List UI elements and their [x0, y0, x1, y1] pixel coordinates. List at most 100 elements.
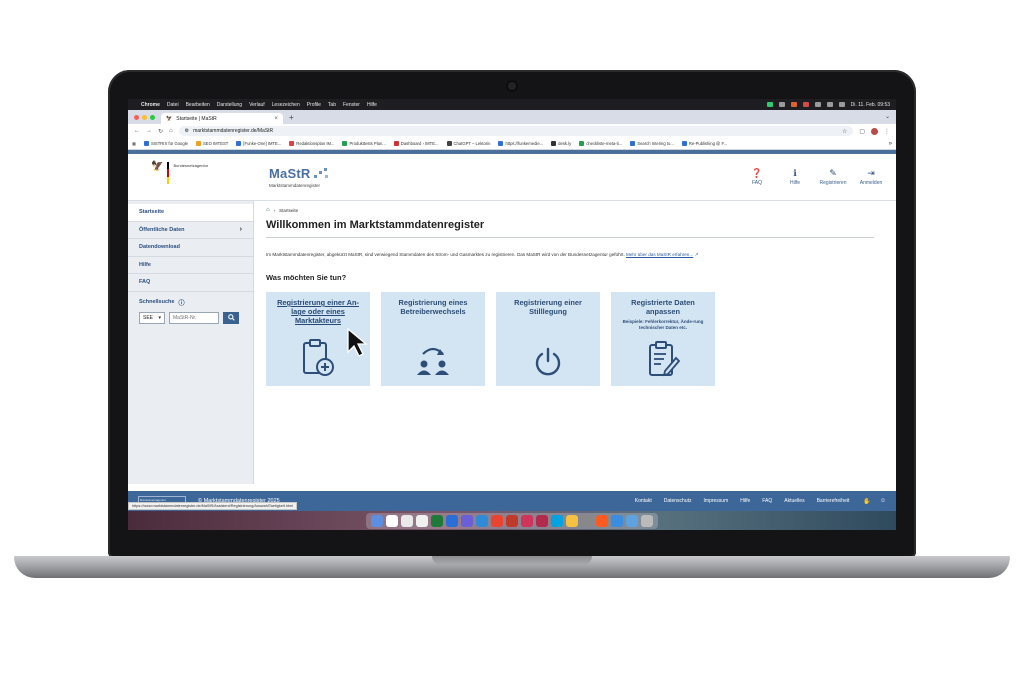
card-register-plant[interactable]: Registrierung einer An-lage oder eines M…: [266, 292, 370, 386]
bookmark-item[interactable]: SISTRIX für Google: [143, 141, 188, 146]
footer-link[interactable]: Aktuelles: [784, 498, 804, 504]
home-icon[interactable]: ⌂: [266, 207, 270, 213]
dock-app-icon[interactable]: [626, 514, 638, 527]
dock-app-icon[interactable]: [551, 514, 563, 527]
footer-link[interactable]: Hilfe: [740, 498, 750, 504]
menubar-item-hilfe[interactable]: Hilfe: [367, 102, 377, 108]
card-edit-data[interactable]: Registrierte Daten anpassen Beispiele: F…: [611, 292, 715, 386]
bookmark-star-icon[interactable]: ☆: [842, 128, 847, 135]
menubar-item-lesezeichen[interactable]: Lesezeichen: [272, 102, 300, 108]
dock-app-icon[interactable]: [416, 514, 428, 527]
menubar-item-bearbeiten[interactable]: Bearbeiten: [186, 102, 210, 108]
search-button[interactable]: [223, 311, 239, 324]
extensions-icon[interactable]: ▢: [859, 128, 865, 135]
dock-app-icon[interactable]: [476, 514, 488, 527]
bundesnetzagentur-logo[interactable]: 🦅 Bundesnetzagentur: [128, 154, 255, 200]
tab-search-icon[interactable]: ⌄: [885, 113, 890, 120]
clipboard-edit-icon: [649, 341, 680, 377]
dock-app-icon[interactable]: [596, 514, 608, 527]
forward-icon[interactable]: →: [146, 128, 152, 134]
menubar-item-profile[interactable]: Profile: [307, 102, 321, 108]
apps-grid-icon[interactable]: ▦: [132, 141, 136, 146]
control-center-icon[interactable]: [838, 102, 845, 107]
minimize-window-button[interactable]: [142, 115, 147, 120]
search-icon[interactable]: [826, 102, 833, 107]
dock-app-icon[interactable]: [461, 514, 473, 527]
wifi-icon[interactable]: [814, 102, 821, 107]
menubar-item-fenster[interactable]: Fenster: [343, 102, 360, 108]
menubar-item-tab[interactable]: Tab: [328, 102, 336, 108]
bookmarks-overflow-button[interactable]: »: [889, 141, 892, 147]
sidebar-item-startseite[interactable]: Startseite: [128, 204, 253, 222]
bookmark-item[interactable]: Produkttests Plan...: [342, 141, 386, 146]
site-info-icon[interactable]: ⚙: [185, 128, 189, 134]
header-nav-hilfe[interactable]: ℹ Hilfe: [776, 168, 814, 186]
new-tab-button[interactable]: +: [289, 113, 294, 122]
dock-app-icon[interactable]: [566, 514, 578, 527]
header-nav-faq[interactable]: ❓ FAQ: [738, 168, 776, 186]
quick-search-type-select[interactable]: SEE ▾: [139, 311, 165, 324]
easy-language-icon[interactable]: ☺: [880, 498, 886, 505]
dock-app-icon[interactable]: [536, 514, 548, 527]
reload-icon[interactable]: ↻: [158, 128, 163, 135]
dock-app-icon[interactable]: [611, 514, 623, 527]
app-tray-icon[interactable]: [802, 102, 809, 107]
back-icon[interactable]: ←: [134, 128, 140, 134]
sidebar-item-datendownload[interactable]: Datendownload: [128, 239, 253, 257]
dock-app-icon[interactable]: [386, 514, 398, 527]
mastr-number-input[interactable]: [169, 311, 219, 324]
footer-link[interactable]: Impressum: [704, 498, 729, 504]
dock-app-icon[interactable]: [581, 514, 593, 527]
dock-app-icon[interactable]: [506, 514, 518, 527]
bookmark-item[interactable]: Re-Publishing @ F...: [681, 141, 727, 146]
sidebar-item-faq[interactable]: FAQ: [128, 274, 253, 292]
dock-app-icon[interactable]: [371, 514, 383, 527]
footer-link[interactable]: Barrierefreiheit: [817, 498, 850, 504]
menubar-item-darstellung[interactable]: Darstellung: [217, 102, 242, 108]
menubar-app-name[interactable]: Chrome: [141, 102, 160, 108]
app-tray-icon[interactable]: [790, 102, 797, 107]
footer-link[interactable]: Kontakt: [635, 498, 652, 504]
tab-close-icon[interactable]: ×: [274, 116, 278, 122]
menubar-item-verlauf[interactable]: Verlauf: [249, 102, 265, 108]
browser-tab-active[interactable]: 🦅 Startseite | MaStR ×: [161, 113, 283, 124]
sidebar-item-öffentliche-daten[interactable]: Öffentliche Daten ›: [128, 222, 253, 239]
dock-app-icon[interactable]: [521, 514, 533, 527]
bookmark-item[interactable]: ChatGPT – Lektorin: [446, 141, 490, 146]
home-icon[interactable]: ⌂: [169, 128, 173, 134]
footer-link[interactable]: FAQ: [762, 498, 772, 504]
bookmark-item[interactable]: https://funkemedie...: [498, 141, 543, 146]
card-operator-change[interactable]: Registrierung eines Betreiberwechsels: [381, 292, 485, 386]
dock-app-icon[interactable]: [401, 514, 413, 527]
menubar-item-datei[interactable]: Datei: [167, 102, 179, 108]
bookmark-item[interactable]: Search Intering to...: [630, 141, 674, 146]
sidebar-item-hilfe[interactable]: Hilfe: [128, 257, 253, 274]
bookmark-item[interactable]: Dashboard › IMTE...: [393, 141, 439, 146]
dock-app-icon[interactable]: [446, 514, 458, 527]
dock-app-icon[interactable]: [431, 514, 443, 527]
header-nav-anmelden[interactable]: ⇥ Anmelden: [852, 168, 890, 186]
footer-link[interactable]: Datenschutz: [664, 498, 692, 504]
dock-app-icon[interactable]: [491, 514, 503, 527]
profile-avatar[interactable]: [871, 127, 878, 135]
cloud-tray-icon[interactable]: [778, 102, 785, 107]
address-bar[interactable]: ⚙ marktstammdatenregister.de/MaStR ☆: [178, 126, 854, 136]
browser-menu-icon[interactable]: ⋮: [884, 128, 890, 135]
close-window-button[interactable]: [134, 115, 139, 120]
header-nav-registrieren[interactable]: ✎ Registrieren: [814, 168, 852, 186]
bookmark-item[interactable]: checkliste-meta-ti...: [579, 141, 622, 146]
mastr-brand[interactable]: MaStR Marktstammdatenregister: [269, 166, 330, 188]
facetime-tray-icon[interactable]: [766, 102, 773, 107]
bookmark-item[interactable]: Redaktionsplan IM...: [289, 141, 334, 146]
bookmark-item[interactable]: [Funke-One] IMTE...: [236, 141, 281, 146]
header-nav: ❓ FAQ ℹ Hilfe ✎ Registrieren ⇥ Anmelden: [738, 168, 890, 186]
info-circle-icon[interactable]: ⓘ: [178, 298, 184, 307]
card-decommission[interactable]: Registrierung einer Stilllegung: [496, 292, 600, 386]
menubar-clock[interactable]: Di. 11. Feb. 09:53: [851, 102, 890, 108]
sign-language-icon[interactable]: ✋: [863, 498, 870, 505]
bookmark-item[interactable]: SEO IMTEST: [195, 141, 228, 146]
learn-more-link[interactable]: Mehr über das MaStR erfahren...: [626, 252, 693, 257]
bookmark-item[interactable]: desk.ly: [551, 141, 571, 146]
dock-app-icon[interactable]: [641, 514, 653, 527]
zoom-window-button[interactable]: [150, 115, 155, 120]
